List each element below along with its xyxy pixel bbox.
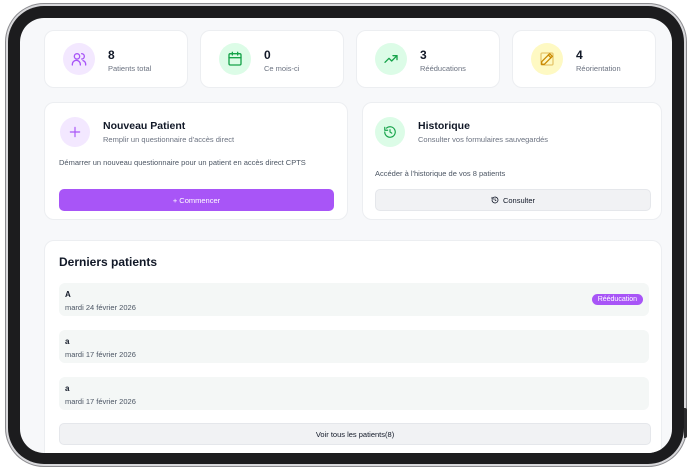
app-screen: 8 Patients total 0 Ce mois-ci 3 Rééducat… (20, 18, 672, 453)
patient-row[interactable]: A mardi 24 février 2026 Rééducation (59, 283, 649, 316)
users-icon (63, 43, 95, 75)
patient-row[interactable]: a mardi 17 février 2026 (59, 330, 649, 363)
stat-label: Patients total (108, 64, 152, 73)
calendar-icon (219, 43, 251, 75)
consult-button[interactable]: Consulter (375, 189, 651, 211)
status-badge: Rééducation (591, 294, 643, 305)
history-small-icon (491, 196, 499, 204)
history-subtitle: Consulter vos formulaires sauvegardés (418, 135, 549, 144)
stat-value: 8 (108, 48, 115, 62)
start-button[interactable]: + Commencer (59, 189, 334, 211)
edit-icon (531, 43, 563, 75)
plus-icon (60, 117, 90, 147)
stat-label: Rééducations (420, 64, 466, 73)
history-icon (375, 117, 405, 147)
stat-card-reeducations: 3 Rééducations (356, 30, 500, 88)
new-patient-title: Nouveau Patient (103, 120, 186, 132)
history-title: Historique (418, 120, 470, 132)
new-patient-card: Nouveau Patient Remplir un questionnaire… (44, 102, 348, 220)
patient-name: A (65, 290, 71, 299)
patient-date: mardi 17 février 2026 (65, 397, 136, 406)
recent-patients-title: Derniers patients (59, 255, 158, 269)
trending-up-icon (375, 43, 407, 75)
patient-name: a (65, 384, 70, 393)
patient-name: a (65, 337, 70, 346)
history-description: Accéder à l'historique de vos 8 patients (375, 169, 506, 178)
patient-row[interactable]: a mardi 17 février 2026 (59, 377, 649, 410)
patient-date: mardi 17 février 2026 (65, 350, 136, 359)
stat-card-patients-total: 8 Patients total (44, 30, 188, 88)
stat-value: 4 (576, 48, 583, 62)
stat-value: 3 (420, 48, 427, 62)
consult-label: Consulter (502, 195, 536, 205)
tablet-side-button (684, 408, 687, 438)
history-card: Historique Consulter vos formulaires sau… (362, 102, 662, 220)
new-patient-subtitle: Remplir un questionnaire d'accès direct (103, 135, 235, 144)
patient-date: mardi 24 février 2026 (65, 303, 136, 312)
stat-label: Ce mois-ci (264, 64, 300, 73)
new-patient-description: Démarrer un nouveau questionnaire pour u… (59, 158, 306, 167)
stat-card-this-month: 0 Ce mois-ci (200, 30, 344, 88)
view-all-patients-button[interactable]: Voir tous les patients(8) (59, 423, 651, 445)
stat-value: 0 (264, 48, 271, 62)
stat-label: Réorientation (576, 64, 621, 73)
stat-card-reorientation: 4 Réorientation (512, 30, 656, 88)
